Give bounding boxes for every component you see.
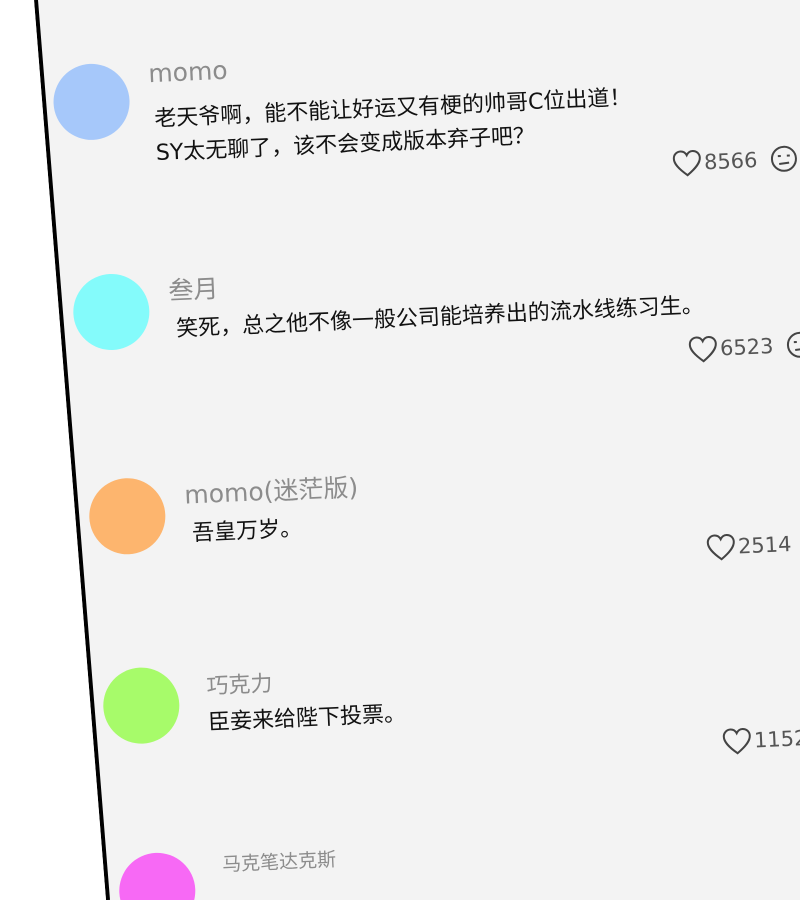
comment-username[interactable]: 马克笔达克斯 <box>221 845 337 877</box>
heart-icon[interactable] <box>671 149 702 178</box>
like-count[interactable]: 2514 <box>705 530 792 562</box>
like-count[interactable]: 6523 <box>687 329 800 365</box>
like-count-value: 2514 <box>737 532 792 559</box>
meh-face-icon[interactable] <box>769 143 800 174</box>
comic-panel: momo 老天爷啊，能不能让好运又有梗的帅哥C位出道！ SY太无聊了，该不会变成… <box>0 0 800 900</box>
like-count[interactable]: 8566 <box>671 143 800 179</box>
comment-username[interactable]: 叁月 <box>168 269 220 307</box>
like-count[interactable]: 1152 <box>721 724 800 756</box>
like-count-value: 8566 <box>703 148 758 175</box>
comment-username[interactable]: momo <box>148 56 229 89</box>
heart-icon[interactable] <box>721 727 752 756</box>
heart-icon[interactable] <box>687 335 718 364</box>
comment-text: 吾皇万岁。 <box>191 512 303 551</box>
comment-username[interactable]: 巧克力 <box>206 666 273 701</box>
meh-face-icon[interactable] <box>785 329 800 360</box>
like-count-value: 1152 <box>753 726 800 753</box>
comment-text-line: 吾皇万岁。 <box>191 516 303 547</box>
like-count-value: 6523 <box>719 334 774 361</box>
heart-icon[interactable] <box>705 533 736 562</box>
